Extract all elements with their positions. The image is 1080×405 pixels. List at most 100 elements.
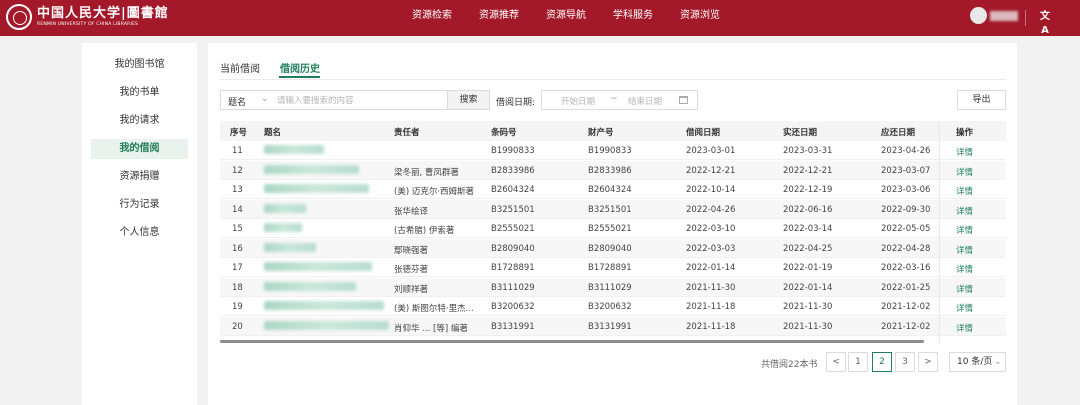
cell-returned: 2021-11-30: [783, 302, 833, 312]
detail-link[interactable]: 详情: [956, 302, 973, 314]
borrowing-history-table: 序号 题名 责任者 条码号 财产号 借阅日期 实还日期 应还日期 操作 11 B1…: [220, 121, 1006, 343]
cell-no: 11: [232, 146, 243, 156]
table-row: 18 刘顺祥著 B3111029 B3111029 2021-11-30 2022-01-…: [220, 277, 1006, 297]
cell-title-redacted[interactable]: [264, 223, 302, 232]
table-row: 16 鄢晓强著 B2809040 B2809040 2022-03-03 2022-04-…: [220, 238, 1006, 258]
cell-title-redacted[interactable]: [264, 242, 316, 252]
translate-icon[interactable]: 文A: [1038, 10, 1052, 36]
table-row: 19 (美) 斯图尔特·里杰... B3200632 B3200632 2021-11-…: [220, 297, 1006, 316]
main-nav: 资源检索 资源推荐 资源导航 学科服务 资源浏览: [412, 0, 747, 36]
user-menu[interactable]: [970, 7, 1018, 24]
export-button[interactable]: 导出: [957, 90, 1006, 110]
avatar[interactable]: [970, 7, 987, 24]
cell-barcode: B2555021: [491, 224, 535, 234]
nav-subject-service[interactable]: 学科服务: [613, 0, 653, 36]
chevron-down-icon[interactable]: ⌄: [261, 94, 269, 104]
detail-link[interactable]: 详情: [956, 166, 973, 178]
sidebar-item-my-borrowing[interactable]: 我的借阅: [91, 139, 188, 159]
cell-due: 2022-04-28: [881, 243, 931, 254]
detail-link[interactable]: 详情: [956, 322, 973, 334]
col-header-property-no: 财产号: [588, 128, 614, 138]
nav-resource-search[interactable]: 资源检索: [412, 0, 452, 36]
date-separator: ~: [610, 94, 618, 104]
cell-property: B3111029: [588, 282, 632, 293]
sidebar-item-my-requests[interactable]: 我的请求: [91, 111, 188, 131]
next-page-button[interactable]: >: [918, 352, 938, 372]
sidebar-item-activity-log[interactable]: 行为记录: [91, 195, 188, 215]
cell-borrow: 2021-11-18: [686, 321, 736, 332]
cell-property: B1728891: [588, 263, 632, 273]
cell-title-redacted[interactable]: [264, 301, 384, 310]
end-date-field[interactable]: 结束日期: [628, 95, 662, 107]
cell-title-redacted[interactable]: [264, 262, 372, 271]
nav-resource-guide[interactable]: 资源导航: [546, 0, 586, 36]
page-2-button[interactable]: 2: [872, 352, 892, 372]
prev-page-button[interactable]: <: [826, 352, 846, 372]
cell-title-redacted[interactable]: [264, 184, 369, 193]
detail-link[interactable]: 详情: [956, 263, 973, 275]
cell-barcode: B1990833: [491, 146, 535, 156]
page-size-select[interactable]: 10 条/页 ⌄: [949, 352, 1006, 372]
table-row: 12 梁冬丽, 曹凤群著 B2833986 B2833986 2022-12-21 202…: [220, 160, 1006, 180]
header-divider: [1025, 10, 1026, 26]
col-header-barcode: 条码号: [491, 128, 517, 138]
cell-no: 20: [232, 321, 243, 332]
sidebar-item-resource-donation[interactable]: 资源捐赠: [91, 167, 188, 187]
table-row: 11 B1990833 B1990833 2023-03-01 2023-03-31 20…: [220, 141, 1006, 160]
cell-title-redacted[interactable]: [264, 145, 324, 154]
sidebar-item-my-library[interactable]: 我的图书馆: [91, 55, 188, 75]
search-button[interactable]: 搜索: [447, 91, 489, 109]
sidebar-item-personal-info[interactable]: 个人信息: [91, 223, 188, 243]
table-row: 15 (古希腊) 伊索著 B2555021 B2555021 2022-03-10 202…: [220, 219, 1006, 238]
cell-title-redacted[interactable]: [264, 164, 359, 174]
cell-returned: 2022-01-14: [783, 282, 833, 293]
tab-borrowing-history[interactable]: 借阅历史: [280, 60, 320, 75]
chevron-down-icon: ⌄: [994, 357, 1002, 367]
calendar-icon[interactable]: [679, 96, 688, 104]
cell-borrow: 2022-03-10: [686, 224, 736, 234]
cell-borrow: 2023-03-01: [686, 146, 736, 156]
detail-link[interactable]: 详情: [956, 205, 973, 217]
cell-author: 鄢晓强著: [394, 245, 429, 256]
cell-due: 2023-03-06: [881, 185, 931, 195]
cell-author: (古希腊) 伊索著: [394, 226, 455, 236]
cell-property: B1990833: [588, 146, 632, 156]
sidebar-item-my-booklist[interactable]: 我的书单: [91, 83, 188, 103]
start-date-field[interactable]: 开始日期: [561, 95, 595, 107]
table-row: 14 张华绘译 B3251501 B3251501 2022-04-26 2022-06-…: [220, 199, 1006, 219]
col-header-due-date: 应还日期: [881, 128, 916, 138]
col-header-action: 操作: [956, 128, 974, 138]
cell-author: (美) 迈克尔·西姆斯著: [394, 187, 475, 197]
col-header-title: 题名: [264, 128, 282, 138]
tab-current-borrowing[interactable]: 当前借阅: [220, 60, 260, 75]
cell-returned: 2021-11-30: [783, 321, 833, 332]
page-1-button[interactable]: 1: [848, 352, 868, 372]
detail-link[interactable]: 详情: [956, 146, 973, 158]
detail-link[interactable]: 详情: [956, 283, 973, 295]
detail-link[interactable]: 详情: [956, 244, 973, 256]
date-range-picker[interactable]: 开始日期 ~ 结束日期: [541, 90, 698, 110]
nav-resource-browse[interactable]: 资源浏览: [680, 0, 720, 36]
cell-title-redacted[interactable]: [264, 203, 306, 213]
cell-no: 19: [232, 302, 243, 312]
cell-title-redacted[interactable]: [264, 320, 389, 330]
cell-borrow: 2022-01-14: [686, 263, 736, 273]
page-3-button[interactable]: 3: [895, 352, 915, 372]
cell-barcode: B3111029: [491, 282, 535, 293]
cell-title-redacted[interactable]: [264, 281, 356, 291]
detail-link[interactable]: 详情: [956, 185, 973, 197]
nav-resource-recommend[interactable]: 资源推荐: [479, 0, 519, 36]
library-logo[interactable]: 中国人民大学|圖書館 RENMIN UNIVERSITY OF CHINA LI…: [6, 4, 169, 30]
cell-due: 2023-03-07: [881, 165, 931, 176]
search-field-select[interactable]: 题名: [228, 95, 246, 108]
logo-title-en: RENMIN UNIVERSITY OF CHINA LIBRARIES: [37, 22, 139, 27]
cell-author: (美) 斯图尔特·里杰...: [394, 304, 474, 314]
detail-link[interactable]: 详情: [956, 224, 973, 236]
horizontal-scrollbar[interactable]: [220, 340, 924, 343]
cell-author: 张德芬著: [394, 265, 429, 275]
cell-borrow: 2021-11-18: [686, 302, 736, 312]
cell-returned: 2022-12-21: [783, 165, 833, 176]
search-input[interactable]: [277, 94, 442, 107]
cell-property: B2555021: [588, 224, 632, 234]
cell-author: 肖仰华 ... [等] 编著: [394, 323, 468, 334]
